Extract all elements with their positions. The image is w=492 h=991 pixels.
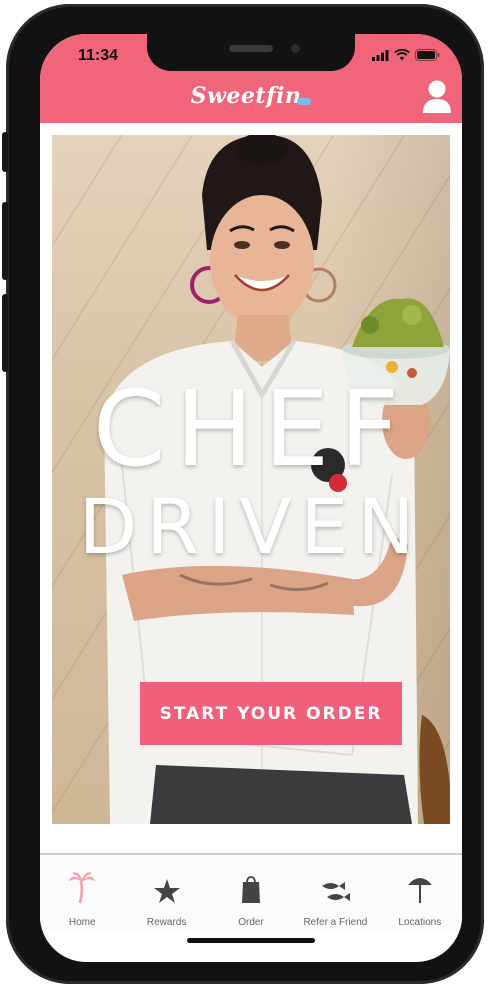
- umbrella-icon: [407, 878, 432, 903]
- tab-order[interactable]: Order: [209, 856, 293, 930]
- tab-label-refer: Refer a Friend: [303, 917, 368, 928]
- speaker-grille: [229, 45, 273, 52]
- bag-icon: [242, 876, 261, 903]
- app-header: 11:34 Sweetfin: [40, 34, 462, 123]
- brand-logo: Sweetfin: [40, 83, 462, 109]
- status-time: 11:34: [78, 47, 119, 64]
- headline-line1: CHEF: [92, 368, 410, 490]
- tab-label-rewards: Rewards: [146, 917, 187, 928]
- mute-switch: [2, 132, 8, 172]
- tab-label-order: Order: [238, 917, 264, 928]
- volume-down-button: [2, 294, 8, 372]
- user-icon: [423, 80, 451, 113]
- tab-home[interactable]: Home: [40, 856, 124, 930]
- phone-frame: 11:34 Sweetfin CHEF DRIVEN START YOUR OR…: [2, 4, 484, 984]
- tab-locations[interactable]: Locations: [378, 856, 462, 930]
- brand-accent: [297, 98, 312, 105]
- tabbar-divider: [40, 853, 462, 855]
- palm-tree-icon: [69, 872, 96, 904]
- brand-name: Sweetfin: [190, 83, 302, 109]
- tab-bar: Home Rewards Order Refer a Friend Locati…: [40, 856, 462, 930]
- battery-icon: [415, 49, 440, 61]
- tab-label-locations: Locations: [398, 917, 442, 928]
- status-icons: [372, 49, 440, 61]
- front-camera: [291, 44, 300, 53]
- tab-label-home: Home: [68, 917, 96, 928]
- starfish-icon: [153, 879, 180, 903]
- volume-up-button: [2, 202, 8, 280]
- signal-icon: [372, 50, 389, 61]
- home-indicator: [187, 938, 315, 943]
- fish-icon: [322, 882, 351, 901]
- start-order-button[interactable]: START YOUR ORDER: [140, 682, 402, 745]
- notch: [147, 34, 355, 71]
- app-screen: 11:34 Sweetfin CHEF DRIVEN START YOUR OR…: [40, 34, 462, 962]
- headline-line2: DRIVEN: [78, 482, 424, 571]
- profile-button[interactable]: [422, 78, 452, 114]
- wifi-icon: [394, 49, 410, 61]
- hero-banner: CHEF DRIVEN START YOUR ORDER: [52, 135, 450, 824]
- tab-rewards[interactable]: Rewards: [124, 856, 208, 930]
- tab-refer-a-friend[interactable]: Refer a Friend: [293, 856, 377, 930]
